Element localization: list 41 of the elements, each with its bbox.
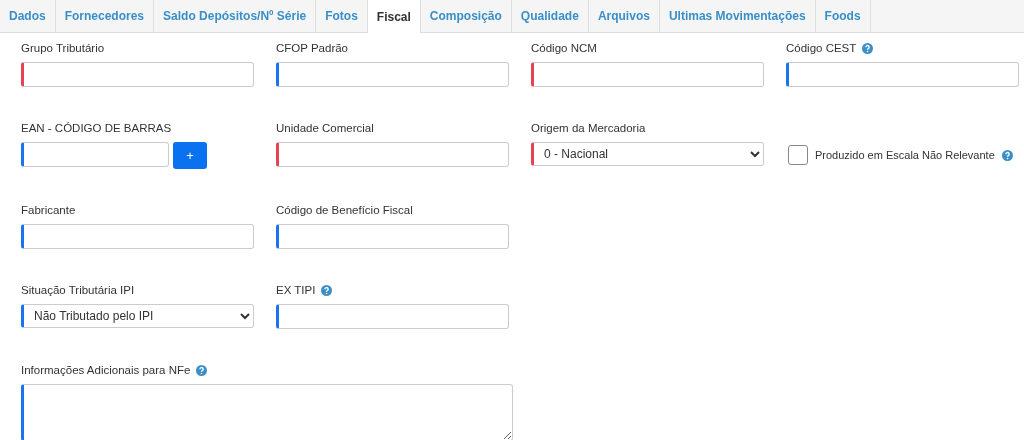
tab[interactable]: Fornecedores <box>55 0 155 32</box>
input-field[interactable] <box>276 224 509 249</box>
add-button[interactable]: + <box>173 142 207 169</box>
field-label: Código CEST <box>786 42 857 54</box>
field-label: EX TIPI <box>276 284 316 296</box>
input-field[interactable] <box>531 62 764 87</box>
input-field[interactable] <box>276 142 509 167</box>
tab[interactable]: Saldo Depósitos/Nº Série <box>154 0 317 32</box>
field-label: Origem da Mercadoria <box>531 122 646 134</box>
help-icon[interactable] <box>196 364 208 376</box>
field-label: Código NCM <box>531 42 597 54</box>
help-icon[interactable] <box>1001 149 1013 161</box>
tab[interactable]: Dados <box>0 0 56 32</box>
input-field[interactable] <box>276 62 509 87</box>
tab[interactable]: Fotos <box>316 0 368 32</box>
text-area[interactable] <box>21 384 513 440</box>
tab[interactable]: Composição <box>420 0 512 32</box>
field-label: Fabricante <box>21 204 76 216</box>
select-field[interactable]: Não Tributado pelo IPI <box>21 304 254 328</box>
input-field[interactable] <box>21 142 169 167</box>
tab[interactable]: Qualidade <box>511 0 589 32</box>
field-label: Grupo Tributário <box>21 42 105 54</box>
field-label: Código de Benefício Fiscal <box>276 204 413 216</box>
input-field[interactable] <box>21 224 254 249</box>
field-label: CFOP Padrão <box>276 42 348 54</box>
help-icon[interactable] <box>321 284 333 296</box>
checkbox-label: Produzido em Escala Não Relevante <box>815 149 995 161</box>
field-label: EAN - CÓDIGO DE BARRAS <box>21 122 172 134</box>
tab[interactable]: Ultimas Movimentações <box>659 0 816 32</box>
select-field[interactable]: 0 - Nacional <box>531 142 764 166</box>
help-icon[interactable] <box>862 42 874 54</box>
tab[interactable]: Arquivos <box>588 0 660 32</box>
input-field[interactable] <box>786 62 1019 87</box>
tab[interactable]: Foods <box>815 0 871 32</box>
checkbox[interactable] <box>788 145 808 165</box>
field-label: Situação Tributária IPI <box>21 284 135 296</box>
tab[interactable]: Fiscal <box>367 0 421 33</box>
input-field[interactable] <box>21 62 254 87</box>
field-label: Unidade Comercial <box>276 122 374 134</box>
field-label: Informações Adicionais para NFe <box>21 364 191 376</box>
input-field[interactable] <box>276 304 509 329</box>
